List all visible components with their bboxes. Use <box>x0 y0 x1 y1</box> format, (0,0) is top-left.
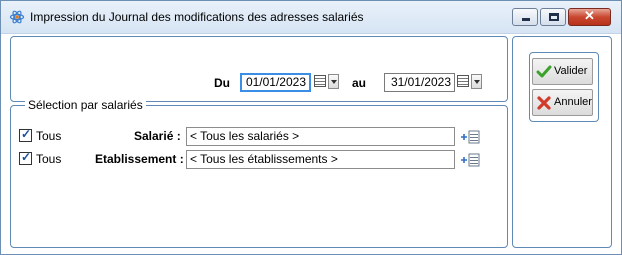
establishment-input[interactable]: < Tous les établissements > <box>186 150 455 169</box>
window-title: Impression du Journal des modifications … <box>30 10 364 24</box>
to-date-picker-button[interactable] <box>457 73 483 90</box>
to-date-label: au <box>352 76 367 90</box>
close-button[interactable]: ✕ <box>568 8 611 26</box>
dialog-window: Impression du Journal des modifications … <box>0 0 622 255</box>
establishment-field-label: Etablissement : <box>95 152 184 166</box>
all-employees-checkbox-label: Tous <box>36 129 62 143</box>
check-icon: ✓ <box>21 127 32 141</box>
list-select-icon[interactable] <box>460 153 480 167</box>
all-establishments-checkbox[interactable]: ✓ <box>19 150 32 165</box>
group-legend: Sélection par salariés <box>25 98 146 112</box>
app-atom-icon <box>9 10 25 24</box>
cross-icon <box>537 96 551 110</box>
from-date-input[interactable]: 01/01/2023 <box>240 73 311 92</box>
title-bar[interactable]: Impression du Journal des modifications … <box>1 1 621 34</box>
chevron-down-icon <box>471 74 482 89</box>
maximize-icon <box>549 13 559 21</box>
check-icon: ✓ <box>21 150 32 164</box>
employee-field-label: Salarié : <box>134 129 181 143</box>
employee-input[interactable]: < Tous les salariés > <box>186 127 455 146</box>
minimize-button[interactable] <box>512 8 538 26</box>
from-date-label: Du <box>214 76 230 90</box>
list-select-icon[interactable] <box>460 130 480 144</box>
validate-button-label: Valider <box>554 65 588 77</box>
from-date-picker-button[interactable] <box>314 73 340 90</box>
date-range-panel <box>10 36 508 102</box>
calendar-icon <box>457 75 469 87</box>
calendar-icon <box>314 75 326 87</box>
chevron-down-icon <box>328 74 339 89</box>
close-icon: ✕ <box>584 8 595 23</box>
minimize-icon <box>522 18 530 21</box>
validate-button[interactable]: Valider <box>532 58 593 85</box>
all-employees-checkbox[interactable]: ✓ <box>19 127 32 142</box>
check-icon <box>536 65 552 78</box>
maximize-button[interactable] <box>540 8 566 26</box>
all-establishments-checkbox-label: Tous <box>36 152 62 166</box>
cancel-button[interactable]: Annuler <box>532 89 593 116</box>
to-date-input[interactable]: 31/01/2023 <box>384 73 455 92</box>
cancel-button-label: Annuler <box>554 96 592 108</box>
